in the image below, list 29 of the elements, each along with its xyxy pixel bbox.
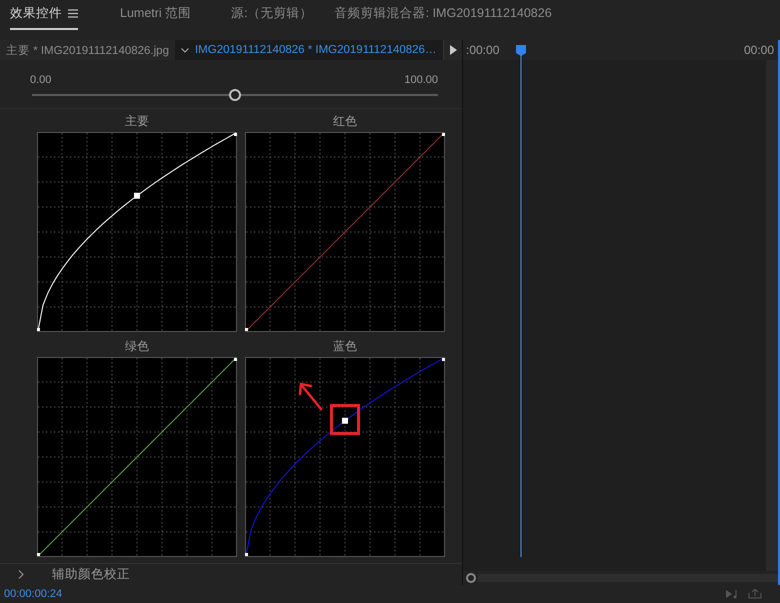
curve-title: 红色 bbox=[333, 113, 357, 130]
export-icon[interactable] bbox=[748, 589, 762, 599]
slider-thumb[interactable] bbox=[229, 89, 241, 101]
chevron-icon[interactable] bbox=[18, 570, 24, 578]
timecode[interactable]: 00:00:00:24 bbox=[4, 588, 62, 600]
section-label[interactable]: 辅助颜色校正 bbox=[52, 566, 130, 582]
ruler-start-time: :00:00 bbox=[466, 43, 500, 57]
ruler-end-time: 00:00 bbox=[744, 43, 774, 57]
curve-title: 主要 bbox=[125, 113, 149, 130]
panel-tab[interactable]: Lumetri 范围 bbox=[120, 0, 192, 30]
curve-title: 绿色 bbox=[125, 338, 149, 355]
horizontal-scrollbar[interactable] bbox=[478, 574, 778, 582]
menu-icon[interactable] bbox=[68, 9, 78, 18]
panel-tab[interactable]: 源:（无剪辑） bbox=[231, 0, 313, 30]
playhead[interactable] bbox=[516, 45, 526, 557]
curve-graph[interactable] bbox=[37, 132, 237, 332]
panel-tab[interactable]: 音频剪辑混合器: IMG20191112140826 bbox=[334, 0, 552, 30]
annotation-arrow bbox=[298, 382, 322, 410]
play-icon bbox=[450, 45, 456, 55]
vertical-scrollbar[interactable] bbox=[766, 60, 778, 571]
slider-min-label: 0.00 bbox=[30, 74, 52, 86]
panel-tab[interactable]: 效果控件 bbox=[10, 0, 78, 30]
chevron-icon[interactable] bbox=[180, 48, 189, 52]
scroll-handle[interactable] bbox=[466, 573, 476, 583]
slider-max-label: 100.00 bbox=[404, 74, 438, 86]
clip-tab[interactable]: 主要 * IMG20191112140826.jpg bbox=[0, 40, 175, 60]
highlight-box bbox=[330, 404, 360, 435]
curve-title: 蓝色 bbox=[333, 338, 357, 355]
curve-graph[interactable] bbox=[245, 357, 445, 557]
